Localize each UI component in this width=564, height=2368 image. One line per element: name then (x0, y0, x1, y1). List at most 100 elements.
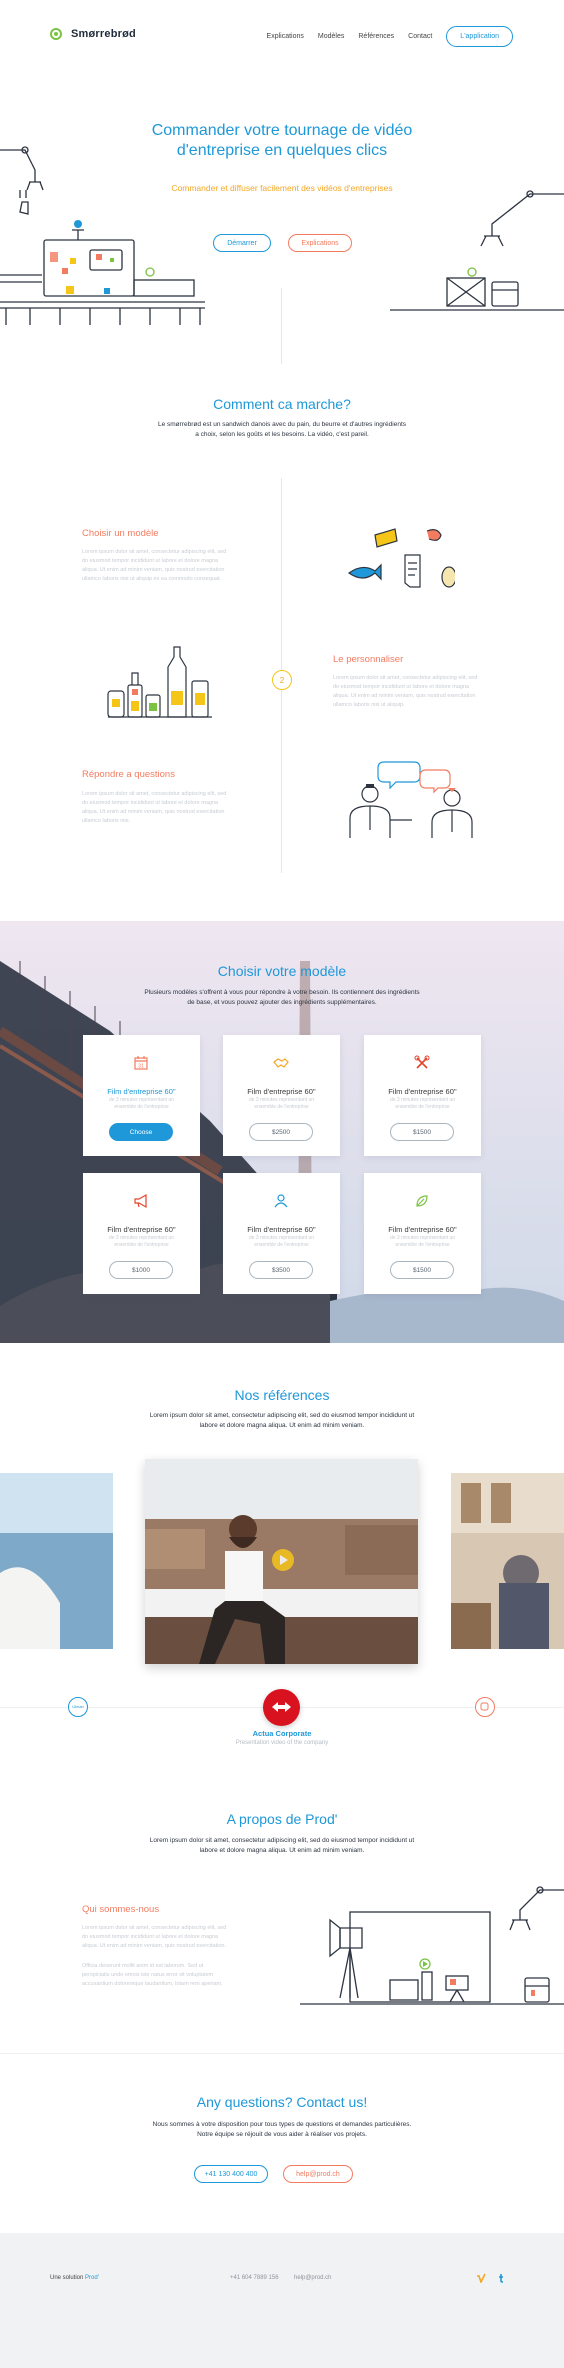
card-text: de 3 minutes représentant un ensemble de… (248, 1235, 315, 1248)
references-desc-line2: labore et dolore magna aliqua. Ut enim a… (199, 1422, 365, 1429)
site-footer: Une solution Prod' +41 604 7889 156 help… (0, 2233, 564, 2368)
logo[interactable]: Smørrebrød (50, 28, 136, 40)
model-card[interactable]: Film d'entreprise 60'' de 3 minutes repr… (364, 1173, 481, 1294)
references-title: Nos références (234, 1387, 330, 1403)
factory-illustration (0, 146, 205, 325)
card-text: de 3 minutes représentant un ensemble de… (389, 1235, 456, 1248)
nav-explications[interactable]: Explications (267, 33, 304, 40)
megaphone-icon (134, 1193, 147, 1209)
card-text: de 3 minutes représentant un ensemble de… (108, 1097, 175, 1110)
about-desc-line2: labore et dolore magna aliqua. Ut enim a… (199, 1847, 365, 1854)
card-text: de 3 minutes représentant un ensemble de… (389, 1097, 456, 1110)
site-header: Smørrebrød Explications Modèles Référenc… (0, 0, 564, 72)
reference-thumb-right[interactable] (451, 1473, 564, 1649)
models-section: Choisir votre modèle Plusieurs modèles s… (0, 921, 564, 1343)
tools-icon (414, 1055, 430, 1069)
nav-modeles[interactable]: Modèles (318, 33, 344, 40)
price-button[interactable]: $2500 (249, 1123, 313, 1141)
start-button[interactable]: Démarrer (213, 234, 271, 252)
models-title: Choisir votre modèle (217, 963, 347, 979)
choose-button[interactable]: Choose (109, 1123, 173, 1141)
step1-text: Lorem ipsum dolor sit amet, consectetur … (82, 549, 227, 582)
leaf-icon (416, 1195, 428, 1207)
step3-title: Répondre a questions (82, 769, 175, 780)
about-title: A propos de Prod' (226, 1811, 338, 1827)
who-title: Qui sommes-nous (82, 1904, 160, 1915)
how-desc-line2: a choix, selon les goûts et les besoins.… (195, 431, 369, 438)
card-title: Film d'entreprise 60'' (107, 1087, 176, 1096)
price-button[interactable]: $1000 (109, 1261, 173, 1279)
about-description: Lorem ipsum dolor sit amet, consectetur … (132, 1836, 432, 1856)
footer-credit-prefix: Une solution (50, 2275, 84, 2281)
explanations-button[interactable]: Explications (288, 234, 352, 252)
model-card[interactable]: Film d'entreprise 60'' de 3 minutes repr… (223, 1173, 340, 1294)
group-icon (274, 1194, 288, 1208)
phone-button[interactable]: +41 130 400 400 (194, 2165, 268, 2183)
models-desc-line1: Plusieurs modèles s'offrent à vous pour … (144, 989, 420, 996)
price-button[interactable]: $1500 (390, 1123, 454, 1141)
client-subtitle: Presentation video of the company (235, 1740, 329, 1746)
card-title: Film d'entreprise 60'' (388, 1225, 457, 1234)
step2-title: Le personnaliser (333, 654, 404, 665)
price-button[interactable]: $1500 (390, 1261, 454, 1279)
footer-phone[interactable]: +41 604 7889 156 (230, 2275, 279, 2281)
card-title: Film d'entreprise 60'' (107, 1225, 176, 1234)
step3-text: Lorem ipsum dolor sit amet, consectetur … (82, 791, 227, 824)
hero-title-line1: Commander votre tournage de vidéo (151, 122, 413, 139)
ingredients-illustration (347, 528, 455, 588)
logo-icon (50, 28, 62, 40)
model-card[interactable]: Film d'entreprise 60'' de 3 minutes repr… (364, 1035, 481, 1156)
nav-references[interactable]: Références (358, 33, 394, 40)
arrows-icon (272, 1702, 291, 1712)
play-button[interactable] (272, 1549, 294, 1571)
reference-thumb-left[interactable] (0, 1473, 113, 1649)
models-desc-line2: de base, et vous pouvez ajouter des ingr… (187, 999, 377, 1006)
model-card[interactable]: Film d'entreprise 60'' de 3 minutes repr… (83, 1173, 200, 1294)
footer-email[interactable]: help@prod.ch (294, 2275, 331, 2281)
crane-illustration (390, 190, 564, 311)
card-title: Film d'entreprise 60'' (388, 1087, 457, 1096)
app-button[interactable]: L'application (446, 26, 513, 47)
tumblr-icon[interactable] (496, 2273, 506, 2283)
footer-brand-link[interactable]: Prod' (85, 2275, 99, 2281)
price-button[interactable]: $3500 (249, 1261, 313, 1279)
client-logo-left-text: Ulman (72, 1704, 84, 1709)
footer-credit: Une solution Prod' (50, 2275, 99, 2281)
calendar-icon: 31 (134, 1056, 148, 1070)
interview-illustration (349, 761, 473, 838)
card-title: Film d'entreprise 60'' (247, 1087, 316, 1096)
how-desc-line1: Le smørrebrød est un sandwich danois ave… (157, 421, 407, 428)
step-number: 2 (272, 670, 292, 690)
about-desc-line1: Lorem ipsum dolor sit amet, consectetur … (149, 1837, 415, 1844)
who-text-2: Officia deserunt mollit anim id est labo… (82, 1963, 223, 1987)
how-title: Comment ca marche? (213, 396, 351, 412)
studio-illustration (300, 1886, 564, 2005)
bottles-illustration (107, 646, 212, 718)
client-logo-right[interactable] (475, 1697, 495, 1717)
client-logo-active[interactable] (263, 1689, 300, 1726)
card-text: de 3 minutes représentant un ensemble de… (248, 1097, 315, 1110)
handshake-icon (273, 1058, 289, 1068)
step1-title: Choisir un modèle (82, 528, 159, 539)
model-card[interactable]: Film d'entreprise 60'' de 3 minutes repr… (223, 1035, 340, 1156)
vimeo-icon[interactable] (476, 2273, 486, 2283)
contact-description: Nous sommes à votre disposition pour tou… (132, 2120, 432, 2140)
models-description: Plusieurs modèles s'offrent à vous pour … (132, 988, 432, 1008)
svg-text:31: 31 (138, 1064, 144, 1070)
card-text: de 3 minutes représentant un ensemble de… (108, 1235, 175, 1248)
references-description: Lorem ipsum dolor sit amet, consectetur … (132, 1411, 432, 1431)
who-text-1: Lorem ipsum dolor sit amet, consectetur … (82, 1925, 227, 1949)
client-logo-left[interactable]: Ulman (68, 1697, 88, 1717)
references-desc-line1: Lorem ipsum dolor sit amet, consectetur … (149, 1412, 415, 1419)
contact-desc-line2: Notre équipe se réjouit de vous aider à … (197, 2131, 367, 2138)
model-card[interactable]: 31 Film d'entreprise 60'' de 3 minutes r… (83, 1035, 200, 1156)
contact-title: Any questions? Contact us! (196, 2094, 368, 2110)
nav-contact[interactable]: Contact (408, 33, 432, 40)
main-nav: Explications Modèles Références Contact … (267, 26, 513, 47)
logo-text: Smørrebrød (71, 28, 136, 40)
contact-divider (0, 2053, 564, 2054)
hero-divider-line (281, 288, 282, 364)
card-title: Film d'entreprise 60'' (247, 1225, 316, 1234)
contact-desc-line1: Nous sommes à votre disposition pour tou… (152, 2121, 412, 2128)
email-button[interactable]: help@prod.ch (283, 2165, 353, 2183)
